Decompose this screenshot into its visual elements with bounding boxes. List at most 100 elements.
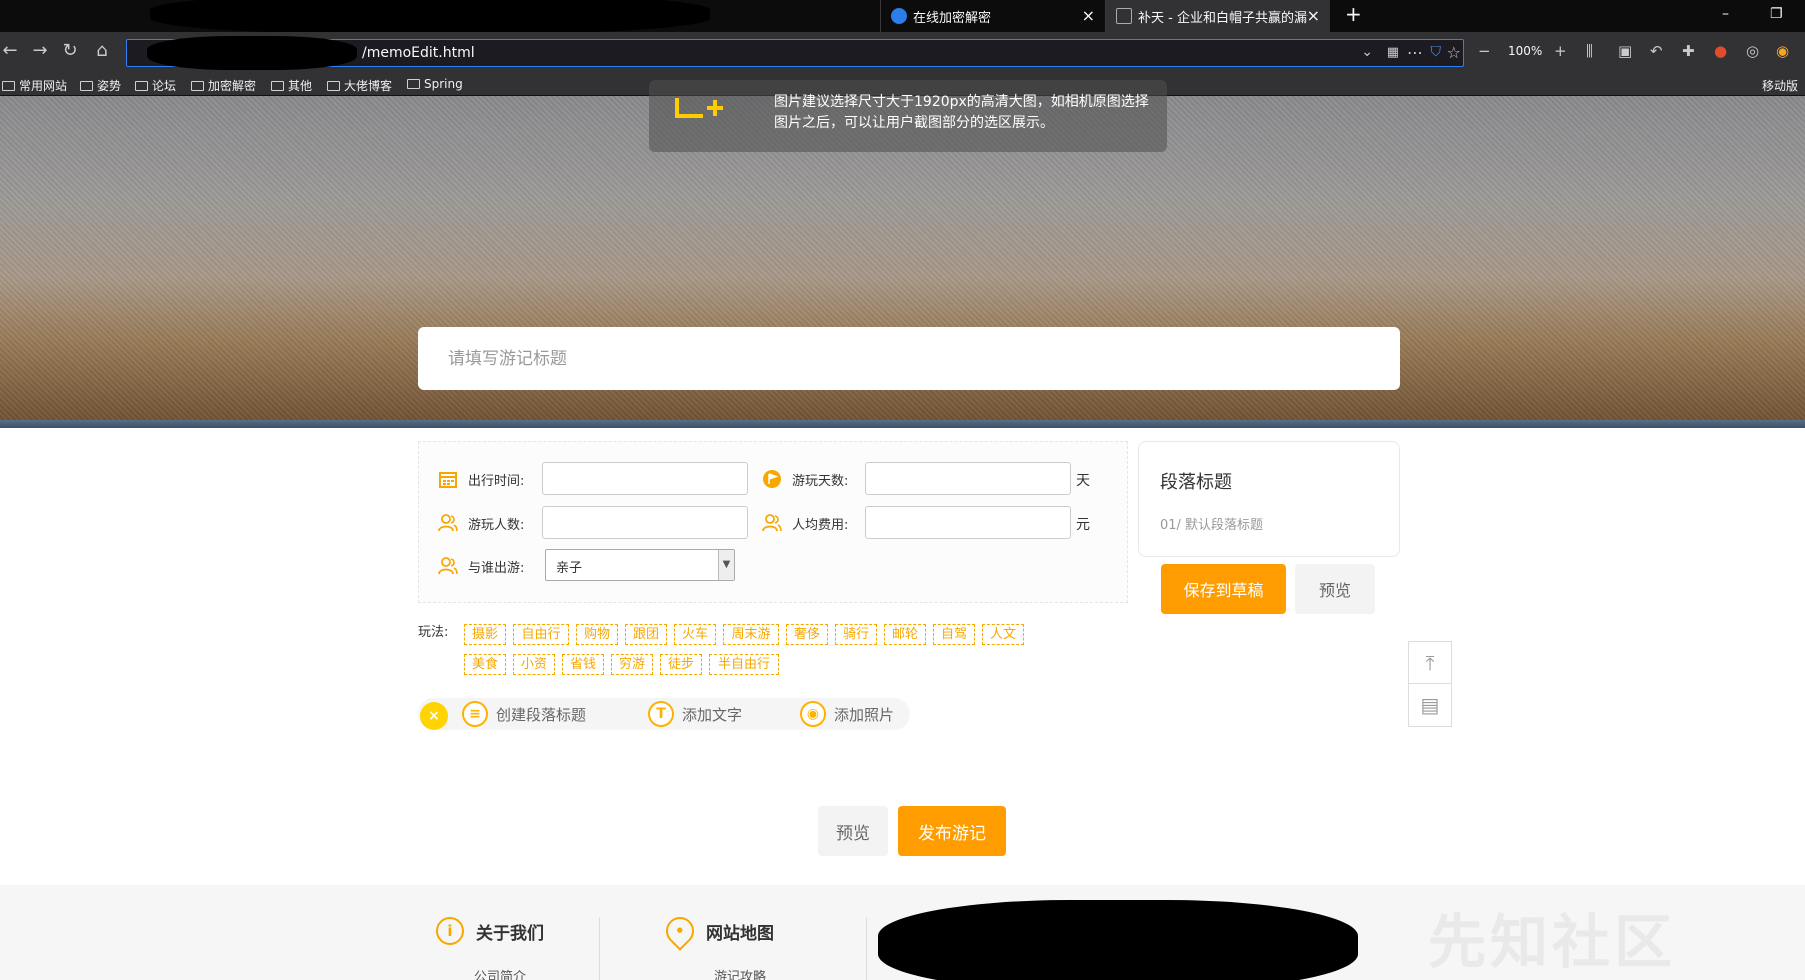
redacted-region (147, 36, 357, 70)
save-draft-button[interactable]: 保存到草稿 (1161, 564, 1286, 614)
play-style-tag[interactable]: 徒步 (660, 654, 702, 675)
zoom-level[interactable]: 100% (1508, 44, 1542, 59)
bookmark-folder[interactable]: 其他 (271, 77, 312, 94)
zoom-in-icon[interactable]: + (1554, 44, 1567, 59)
tab-label: 补天 - 企业和白帽子共赢的漏洞 (1138, 10, 1308, 26)
addon-icon[interactable]: ◉ (1776, 44, 1789, 59)
bookmark-folder[interactable]: 大佬博客 (327, 77, 392, 94)
comment-icon[interactable]: ▤ (1409, 684, 1451, 726)
browser-tab[interactable]: 补天 - 企业和白帽子共赢的漏洞 × (1105, 0, 1330, 32)
play-style-tag[interactable]: 美食 (464, 654, 506, 675)
back-icon[interactable]: ← (0, 42, 20, 60)
bookmark-label: Spring (424, 77, 463, 91)
cost-input[interactable] (865, 506, 1071, 539)
footer-title-text: 关于我们 (476, 923, 544, 944)
close-tab-icon[interactable]: × (1307, 8, 1320, 24)
days-input[interactable] (865, 462, 1071, 495)
play-style-tag[interactable]: 邮轮 (884, 624, 926, 645)
upload-hint-text: 图片建议选择尺寸大于1920px的高清大图，如相机原图选择图片之后，可以让用户截… (774, 94, 1149, 131)
folder-icon (2, 80, 15, 91)
play-style-tag[interactable]: 穷游 (611, 654, 653, 675)
users-icon (438, 557, 458, 575)
action-label: 添加照片 (834, 705, 895, 724)
mobile-bookmarks[interactable]: 移动版 (1762, 77, 1798, 94)
label-text: 与谁出游: (468, 560, 525, 576)
play-style-tag[interactable]: 摄影 (464, 624, 506, 645)
play-style-tag[interactable]: 省钱 (562, 654, 604, 675)
play-style-tag[interactable]: 自由行 (513, 624, 569, 645)
section-outline-item[interactable]: 01/ 默认段落标题 (1160, 514, 1263, 533)
companion-select[interactable]: 亲子 ▼ (545, 549, 735, 581)
home-icon[interactable]: ⌂ (92, 42, 112, 60)
camera-icon: ◉ (800, 701, 826, 727)
bookmark-folder[interactable]: 论坛 (135, 77, 176, 94)
footer-sitemap-title[interactable]: • 网站地图 (660, 911, 774, 951)
depart-time-label: 出行时间: (438, 469, 524, 489)
new-tab-icon[interactable]: + (1345, 2, 1362, 26)
footer-about-title[interactable]: i 关于我们 (436, 917, 544, 945)
shield-icon[interactable]: ⛉ (1431, 44, 1442, 60)
play-style-tag[interactable]: 人文 (982, 624, 1024, 645)
browser-tab-bar: 在线加密解密 × 补天 - 企业和白帽子共赢的漏洞 × + – ❐ (0, 0, 1805, 34)
browser-tab[interactable]: 在线加密解密 × (880, 0, 1105, 32)
play-style-tag[interactable]: 半自由行 (709, 654, 779, 675)
chevron-down-icon[interactable]: ▼ (718, 550, 734, 580)
forward-icon[interactable]: → (30, 42, 50, 60)
play-style-tag[interactable]: 购物 (576, 624, 618, 645)
bookmark-folder[interactable]: 姿势 (80, 77, 121, 94)
play-style-tag[interactable]: 火车 (674, 624, 716, 645)
folder-icon (271, 80, 284, 91)
sidebar-icon[interactable]: ▣ (1618, 44, 1632, 59)
back-to-top-icon[interactable]: ⤒ (1409, 642, 1451, 684)
add-text-button[interactable]: T 添加文字 (648, 701, 742, 727)
bookmark-label: 论坛 (152, 79, 177, 93)
restore-window-icon[interactable]: ❐ (1770, 6, 1783, 22)
bookmark-folder[interactable]: 加密解密 (191, 77, 256, 94)
footer-title-text: 网站地图 (706, 923, 774, 944)
play-style-tag[interactable]: 周末游 (723, 624, 779, 645)
url-text: /memoEdit.html (362, 45, 475, 61)
sidebar-preview-button[interactable]: 预览 (1295, 564, 1375, 614)
library-icon[interactable]: ⫼ (1586, 44, 1593, 59)
play-style-tag[interactable]: 跟团 (625, 624, 667, 645)
publish-button[interactable]: 发布游记 (898, 806, 1006, 856)
tab-label: 在线加密解密 (913, 10, 992, 26)
extension-icon[interactable]: ✚ (1682, 44, 1695, 59)
undo-icon[interactable]: ↶ (1650, 44, 1663, 59)
reload-icon[interactable]: ↻ (60, 42, 80, 60)
address-bar[interactable]: /memoEdit.html ⌄ ▦ ⋯ ⛉ ☆ (126, 36, 1464, 70)
tab-favicon-icon (1116, 8, 1132, 24)
tab-favicon-icon (891, 8, 907, 24)
chevron-down-icon[interactable]: ⌄ (1361, 44, 1373, 60)
play-style-tag[interactable]: 骑行 (835, 624, 877, 645)
people-input[interactable] (542, 506, 748, 539)
add-photo-button[interactable]: ◉ 添加照片 (800, 701, 894, 727)
play-style-tag[interactable]: 自驾 (933, 624, 975, 645)
star-icon[interactable]: ☆ (1447, 43, 1461, 62)
label-text: 出行时间: (468, 473, 525, 489)
qr-code-icon[interactable]: ▦ (1387, 45, 1399, 60)
footer-about-link[interactable]: 公司简介 (474, 966, 526, 980)
memo-title-input[interactable] (418, 327, 1400, 390)
sync-icon[interactable]: ◎ (1746, 44, 1759, 59)
bookmark-folder[interactable]: 常用网站 (2, 77, 67, 94)
footer-sitemap-link[interactable]: 游记攻略 (714, 966, 766, 980)
bookmark-label: 大佬博客 (344, 79, 393, 93)
folder-icon (80, 80, 93, 91)
label-text: 人均费用: (792, 517, 849, 533)
zoom-out-icon[interactable]: − (1478, 44, 1491, 59)
create-section-button[interactable]: ≡ 创建段落标题 (462, 701, 586, 727)
add-image-icon[interactable] (675, 96, 727, 118)
play-style-tag[interactable]: 奢侈 (786, 624, 828, 645)
close-tab-icon[interactable]: × (1082, 8, 1095, 24)
close-icon[interactable]: × (420, 702, 448, 730)
bookmark-folder[interactable]: Spring (407, 77, 463, 91)
label-text: 游玩人数: (468, 517, 525, 533)
preview-button[interactable]: 预览 (818, 806, 888, 856)
more-actions-icon[interactable]: ⋯ (1407, 43, 1423, 62)
fox-addon-icon[interactable]: ● (1714, 44, 1727, 59)
minimize-window-icon[interactable]: – (1722, 6, 1729, 22)
play-style-tag[interactable]: 小资 (513, 654, 555, 675)
companion-value: 亲子 (556, 561, 583, 576)
depart-time-input[interactable] (542, 462, 748, 495)
